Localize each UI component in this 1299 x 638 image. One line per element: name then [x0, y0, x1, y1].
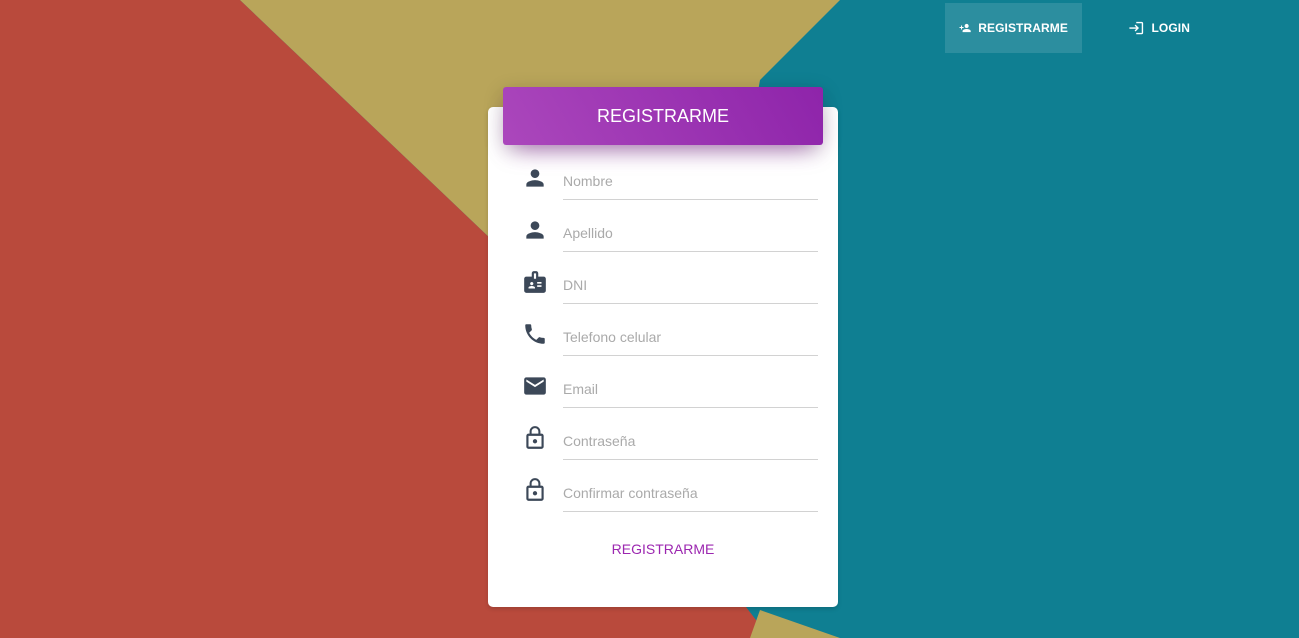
nav-register-button[interactable]: REGISTRARME	[945, 3, 1082, 53]
apellido-input[interactable]	[563, 215, 818, 252]
apellido-field-group	[522, 215, 818, 255]
register-submit-button[interactable]: REGISTRARME	[588, 533, 738, 565]
contrasena-field-group	[522, 423, 818, 463]
register-submit-label: REGISTRARME	[611, 541, 715, 557]
email-input[interactable]	[563, 371, 818, 408]
confirmar-contrasena-field-group	[522, 475, 818, 515]
phone-icon	[522, 321, 548, 347]
telefono-input[interactable]	[563, 319, 818, 356]
badge-icon	[522, 269, 548, 295]
email-icon	[522, 373, 548, 399]
nombre-input[interactable]	[563, 163, 818, 200]
card-title: REGISTRARME	[503, 87, 823, 145]
nav-register-label: REGISTRARME	[978, 21, 1068, 35]
confirmar-contrasena-input[interactable]	[563, 475, 818, 512]
contrasena-input[interactable]	[563, 423, 818, 460]
nav-login-label: LOGIN	[1151, 21, 1190, 35]
card-title-text: REGISTRARME	[596, 105, 729, 126]
person-icon	[522, 217, 548, 243]
person-icon	[522, 165, 548, 191]
dni-field-group	[522, 267, 818, 307]
nav-login-button[interactable]: LOGIN	[1114, 3, 1204, 53]
lock-icon	[522, 425, 548, 451]
telefono-field-group	[522, 319, 818, 359]
nombre-field-group	[522, 163, 818, 203]
lock-icon	[522, 477, 548, 503]
dni-input[interactable]	[563, 267, 818, 304]
email-field-group	[522, 371, 818, 411]
person-add-icon	[959, 23, 971, 33]
login-icon	[1129, 21, 1144, 35]
